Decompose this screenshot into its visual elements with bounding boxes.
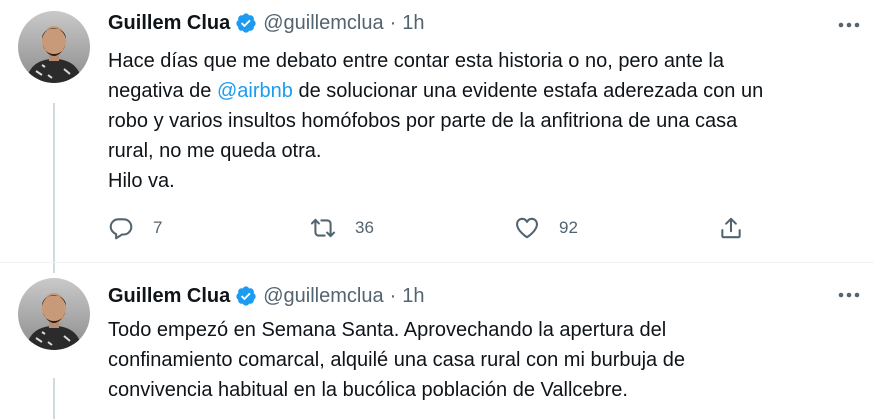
retweet-button[interactable]: 36: [310, 213, 374, 243]
verified-badge-icon: [236, 286, 256, 306]
tweet-header: Guillem Clua @guillemclua · 1h: [108, 283, 425, 309]
verified-badge-icon: [236, 13, 256, 33]
tweet-text-line: Todo empezó en Semana Santa. Aprovechand…: [108, 319, 667, 341]
reply-button[interactable]: 7: [108, 213, 162, 243]
avatar[interactable]: [18, 278, 90, 350]
mention-link[interactable]: @airbnb: [217, 80, 293, 102]
author-handle[interactable]: @guillemclua: [263, 285, 383, 308]
separator: ·: [389, 284, 397, 307]
tweet-text-line: Hilo va.: [108, 170, 175, 192]
avatar[interactable]: [18, 11, 90, 83]
tweet[interactable]: Guillem Clua @guillemclua · 1h Todo empe…: [0, 262, 874, 419]
reply-count: 7: [153, 218, 163, 237]
tweet-text: Hace días que me debato entre contar est…: [108, 46, 848, 196]
tweet-actions: 7 36 92: [108, 213, 748, 243]
like-count: 92: [559, 218, 578, 237]
like-button[interactable]: 92: [514, 213, 578, 243]
tweet-text: Todo empezó en Semana Santa. Aprovechand…: [108, 315, 848, 405]
tweet-text-line: robo y varios insultos homófobos por par…: [108, 110, 738, 132]
like-icon: [516, 217, 538, 239]
tweet-text-line: Hace días que me debato entre contar est…: [108, 50, 724, 72]
share-icon: [721, 217, 741, 239]
separator: ·: [389, 11, 397, 34]
share-button[interactable]: [718, 213, 744, 243]
more-options-icon[interactable]: [836, 285, 862, 305]
retweet-count: 36: [355, 218, 374, 237]
reply-icon: [109, 218, 133, 240]
more-options-icon[interactable]: [836, 15, 862, 35]
author-name[interactable]: Guillem Clua: [108, 285, 230, 308]
author-handle[interactable]: @guillemclua: [263, 12, 383, 35]
tweet[interactable]: Guillem Clua @guillemclua · 1h Hace días…: [0, 0, 874, 262]
tweet-text-line: convivencia habitual en la bucólica pobl…: [108, 379, 628, 401]
retweet-icon: [310, 218, 336, 238]
tweet-header: Guillem Clua @guillemclua · 1h: [108, 10, 425, 36]
tweet-text-line: negativa de @airbnb de solucionar una ev…: [108, 80, 764, 102]
tweet-text-line: rural, no me queda otra.: [108, 140, 322, 162]
timestamp[interactable]: 1h: [402, 12, 424, 35]
author-name[interactable]: Guillem Clua: [108, 12, 230, 35]
timestamp[interactable]: 1h: [402, 285, 424, 308]
tweet-text-line: confinamiento comarcal, alquilé una casa…: [108, 349, 685, 371]
